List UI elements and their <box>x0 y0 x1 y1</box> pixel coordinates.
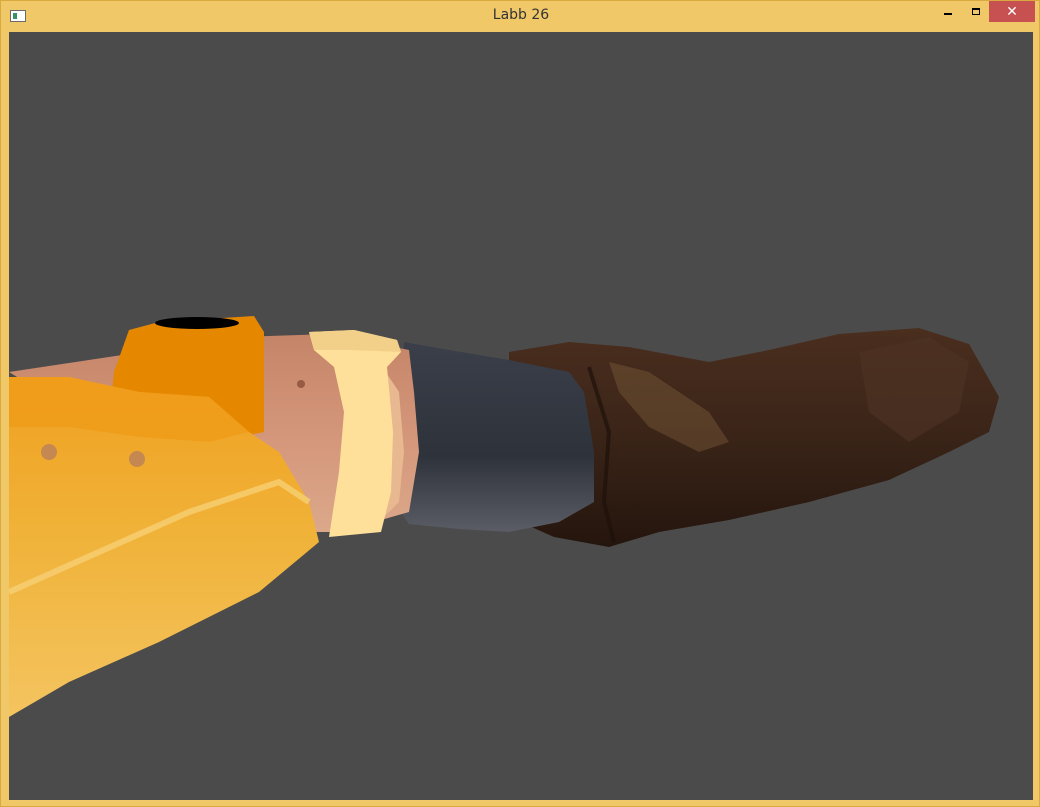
render-viewport[interactable] <box>9 32 1033 800</box>
jacket-rivet-1 <box>41 444 57 460</box>
minimize-button[interactable] <box>935 1 961 22</box>
minimize-icon <box>944 12 952 15</box>
maximize-icon <box>972 8 980 15</box>
jacket-buttonhole <box>155 317 239 329</box>
app-window: Labb 26 ✕ <box>0 0 1040 807</box>
close-icon: ✕ <box>1006 3 1018 20</box>
window-title: Labb 26 <box>492 7 550 23</box>
jacket-rivet-2 <box>129 451 145 467</box>
skin-mark <box>297 380 305 388</box>
title-bar[interactable]: Labb 26 ✕ <box>1 1 1040 31</box>
scene-canvas <box>9 316 999 717</box>
close-button[interactable]: ✕ <box>989 1 1035 22</box>
maximize-button[interactable] <box>963 1 989 22</box>
cuff-shade <box>309 330 401 352</box>
